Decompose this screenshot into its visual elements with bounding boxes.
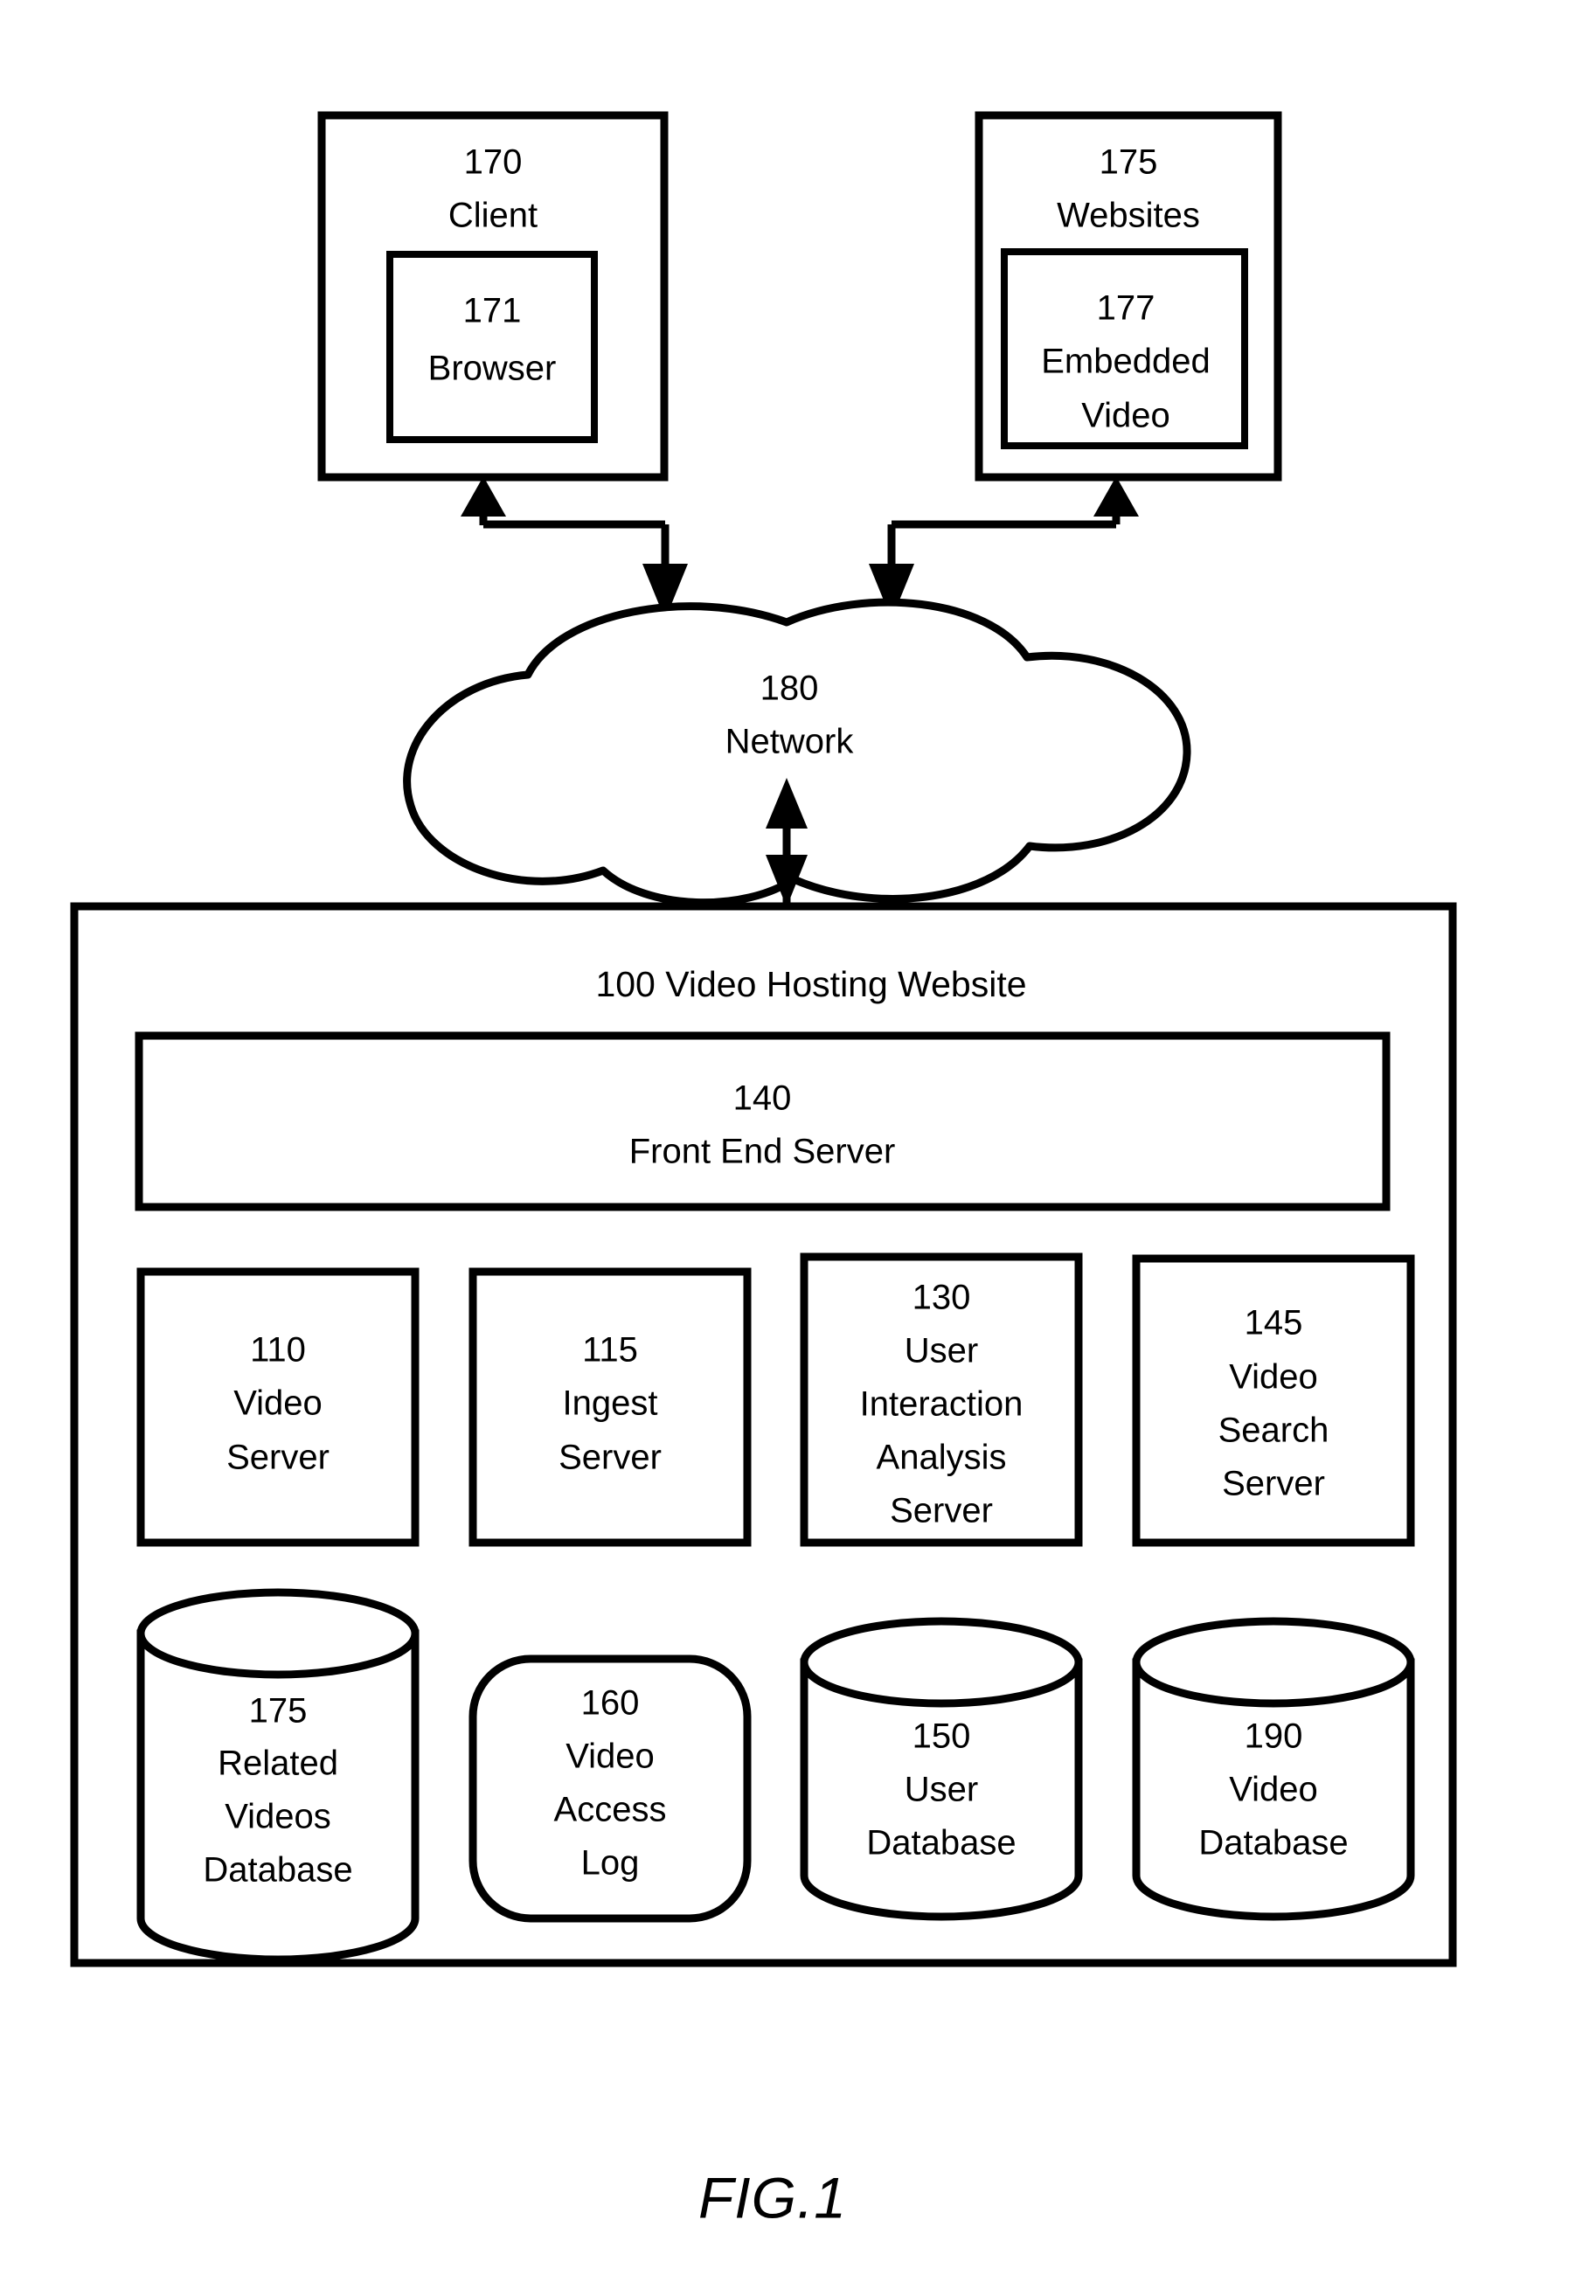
store-ref-2: 150 bbox=[912, 1717, 971, 1756]
websites-node: 175 Websites 177 Embedded Video bbox=[975, 111, 1282, 482]
server-line-0-1: Server bbox=[226, 1439, 330, 1477]
client-label: Client bbox=[448, 197, 538, 235]
server-line-1-1: Server bbox=[559, 1439, 662, 1477]
store-cylinder-top-3 bbox=[1132, 1617, 1415, 1708]
store-line-3-1: Database bbox=[1198, 1824, 1348, 1862]
store-line-1-0: Video bbox=[566, 1738, 655, 1776]
store-node-3: 190 Video Database bbox=[1132, 1617, 1415, 1921]
network-label: Network bbox=[725, 723, 855, 761]
embedded-video-label-line1: Embedded bbox=[1041, 343, 1210, 381]
server-ref-2: 130 bbox=[912, 1279, 971, 1317]
server-line-1-0: Ingest bbox=[563, 1384, 658, 1423]
arrow-up-to-websites bbox=[1093, 476, 1139, 517]
server-node-3: 145 Video Search Server bbox=[1132, 1254, 1415, 1547]
server-ref-1: 115 bbox=[582, 1331, 638, 1370]
server-line-3-1: Search bbox=[1218, 1412, 1329, 1450]
figure-caption: FIG.1 bbox=[698, 2165, 847, 2230]
embedded-video-ref: 177 bbox=[1097, 289, 1155, 328]
store-line-2-1: Database bbox=[866, 1824, 1016, 1862]
network-ref: 180 bbox=[760, 669, 819, 708]
browser-label: Browser bbox=[428, 350, 557, 388]
websites-network-connector bbox=[869, 476, 1139, 620]
front-end-server-box bbox=[135, 1031, 1391, 1211]
server-line-2-3: Server bbox=[890, 1492, 993, 1530]
browser-ref: 171 bbox=[463, 292, 522, 330]
server-ref-0: 110 bbox=[250, 1331, 306, 1370]
websites-ref: 175 bbox=[1100, 143, 1158, 182]
client-network-connector bbox=[461, 476, 688, 620]
store-node-1: 160 Video Access Log bbox=[468, 1654, 752, 1923]
server-line-0-0: Video bbox=[233, 1384, 323, 1423]
server-ref-3: 145 bbox=[1245, 1304, 1303, 1342]
browser-box bbox=[386, 251, 598, 443]
websites-label: Websites bbox=[1057, 197, 1200, 235]
patent-figure-1: 170 Client 171 Browser 175 Websites 177 … bbox=[0, 0, 1596, 2296]
store-ref-3: 190 bbox=[1245, 1717, 1303, 1756]
store-ref-1: 160 bbox=[581, 1684, 640, 1723]
store-line-2-0: User bbox=[905, 1771, 978, 1809]
store-ref-0: 175 bbox=[249, 1692, 308, 1731]
video-hosting-website-title: 100 Video Hosting Website bbox=[595, 964, 1026, 1004]
server-line-3-0: Video bbox=[1229, 1358, 1318, 1397]
store-node-0: 175 Related Videos Database bbox=[136, 1588, 420, 1964]
video-hosting-website-container: 100 Video Hosting Website 140 Front End … bbox=[70, 902, 1457, 1967]
client-ref: 170 bbox=[464, 143, 523, 182]
store-line-0-2: Database bbox=[203, 1851, 352, 1890]
server-node-1: 115 Ingest Server bbox=[468, 1267, 752, 1547]
store-cylinder-top-0 bbox=[136, 1588, 420, 1679]
server-line-2-1: Interaction bbox=[860, 1385, 1024, 1424]
arrow-up-to-client bbox=[461, 476, 506, 517]
server-node-2: 130 User Interaction Analysis Server bbox=[800, 1252, 1083, 1547]
store-cylinder-top-2 bbox=[800, 1617, 1083, 1708]
front-end-server-label: Front End Server bbox=[629, 1133, 896, 1171]
store-line-0-0: Related bbox=[218, 1745, 338, 1783]
front-end-server-ref: 140 bbox=[733, 1079, 792, 1118]
store-line-0-1: Videos bbox=[225, 1798, 331, 1836]
embedded-video-label-line2: Video bbox=[1081, 397, 1170, 435]
server-node-0: 110 Video Server bbox=[136, 1267, 420, 1547]
server-line-2-0: User bbox=[905, 1332, 978, 1370]
store-cylinder-body-0 bbox=[136, 1629, 420, 1964]
store-node-2: 150 User Database bbox=[800, 1617, 1083, 1921]
store-line-1-1: Access bbox=[554, 1791, 667, 1829]
store-line-1-2: Log bbox=[581, 1844, 640, 1883]
server-line-2-2: Analysis bbox=[877, 1439, 1007, 1477]
server-line-3-2: Server bbox=[1222, 1465, 1325, 1503]
client-node: 170 Client 171 Browser bbox=[317, 111, 669, 482]
store-line-3-0: Video bbox=[1229, 1771, 1318, 1809]
front-end-server-node: 140 Front End Server bbox=[135, 1031, 1391, 1211]
